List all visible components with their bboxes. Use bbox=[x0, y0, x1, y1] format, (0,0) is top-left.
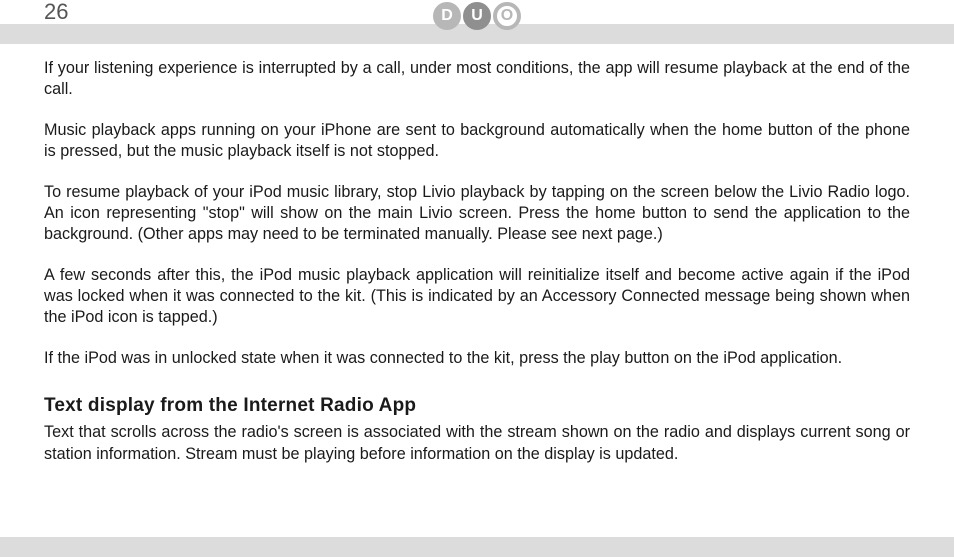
logo-letter-o: O bbox=[493, 2, 521, 30]
body-paragraph: Music playback apps running on your iPho… bbox=[44, 120, 910, 163]
page-content: If your listening experience is interrup… bbox=[44, 58, 910, 484]
footer-bar bbox=[0, 537, 954, 557]
duo-logo: D U O bbox=[433, 2, 521, 30]
logo-letter-u: U bbox=[463, 2, 491, 30]
page-number: 26 bbox=[44, 0, 68, 24]
body-paragraph: To resume playback of your iPod music li… bbox=[44, 182, 910, 246]
section-paragraph: Text that scrolls across the radio's scr… bbox=[44, 422, 910, 465]
section-heading: Text display from the Internet Radio App bbox=[44, 393, 910, 418]
body-paragraph: If the iPod was in unlocked state when i… bbox=[44, 348, 910, 369]
logo-letter-d: D bbox=[433, 2, 461, 30]
body-paragraph: If your listening experience is interrup… bbox=[44, 58, 910, 101]
body-paragraph: A few seconds after this, the iPod music… bbox=[44, 265, 910, 329]
